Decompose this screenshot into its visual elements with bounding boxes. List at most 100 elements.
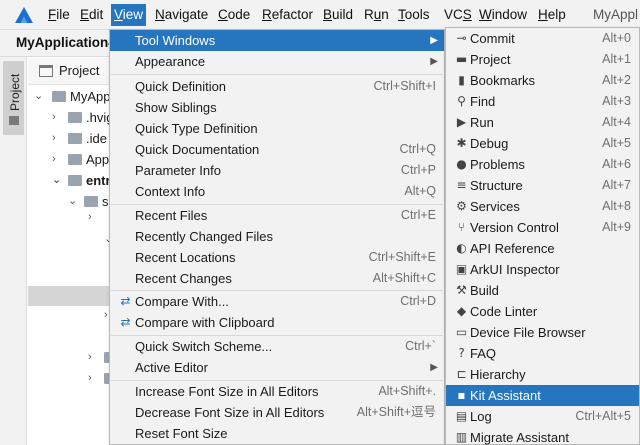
folder-icon [68,112,82,123]
menu-item-faq[interactable]: ? FAQ [446,343,639,364]
chevron-right-icon: ▶ [430,362,438,373]
tree-label: s [102,194,109,209]
menu-item-problems[interactable]: ● Problems Alt+6 [446,154,639,175]
menu-item-api-reference[interactable]: ◐ API Reference [446,238,639,259]
folder-icon [68,154,82,165]
menu-item-compare-with-clipboard[interactable]: ⇄ Compare with Clipboard [110,312,444,333]
menu-item-hierarchy[interactable]: ⊏ Hierarchy [446,364,639,385]
menu-item-project[interactable]: ▬ Project Alt+1 [446,49,639,70]
menu-file[interactable]: File [45,4,73,26]
menu-item-recent-files[interactable]: Recent Files Ctrl+E [110,205,444,226]
menu-item-tool-windows[interactable]: Tool Windows ▶ [110,30,444,51]
menu-vcs[interactable]: VCS [441,4,475,26]
menu-item-bookmarks[interactable]: ▮ Bookmarks Alt+2 [446,70,639,91]
menu-item-context-info[interactable]: Context Info Alt+Q [110,181,444,202]
menu-item-appearance[interactable]: Appearance ▶ [110,51,444,72]
main-menu-bar: File Edit View Navigate Code Refactor Bu… [0,0,640,30]
version-control-icon: ⑂ [457,220,466,234]
menu-window[interactable]: Window [476,4,530,26]
menu-item-structure[interactable]: ≡ Structure Alt+7 [446,175,639,196]
menu-item-reset-font-size[interactable]: Reset Font Size [110,423,444,444]
menu-item-kit-assistant[interactable]: ▪ Kit Assistant [446,385,639,406]
menu-item-quick-definition[interactable]: Quick Definition Ctrl+Shift+I [110,76,444,97]
chevron-right-icon: › [88,372,92,384]
services-icon: ⚙ [456,199,467,213]
arkui-inspector-icon: ▣ [455,262,468,276]
menu-item-build[interactable]: ⚒ Build [446,280,639,301]
menu-navigate[interactable]: Navigate [152,4,211,26]
device-file-browser-icon: ▭ [455,325,468,339]
menu-run[interactable]: Run [361,4,392,26]
menu-item-log[interactable]: ▤ Log Ctrl+Alt+5 [446,406,639,427]
chevron-right-icon: ▶ [430,56,438,67]
menu-help[interactable]: Help [535,4,569,26]
menu-item-show-siblings[interactable]: Show Siblings [110,97,444,118]
menu-item-compare-with[interactable]: ⇄ Compare With... Ctrl+D [110,291,444,312]
commit-icon: ⊸ [456,31,467,45]
folder-icon [84,196,98,207]
project-name: MyApplication4 [16,35,116,50]
menu-item-debug[interactable]: ✱ Debug Alt+5 [446,133,639,154]
build-icon: ⚒ [456,283,467,297]
tree-label: .ide [86,131,107,146]
menu-item-device-file-browser[interactable]: ▭ Device File Browser [446,322,639,343]
project-tool-tab-label: Project [8,73,22,111]
menu-item-find[interactable]: ⚲ Find Alt+3 [446,91,639,112]
menu-edit[interactable]: Edit [77,4,106,26]
chevron-right-icon: › [52,132,56,144]
menu-code[interactable]: Code [215,4,253,26]
chevron-right-icon: › [52,153,56,165]
menu-item-quick-switch-scheme[interactable]: Quick Switch Scheme... Ctrl+` [110,336,444,357]
chevron-right-icon: ▶ [430,35,438,46]
menu-item-quick-type-definition[interactable]: Quick Type Definition [110,118,444,139]
run-icon: ▶ [456,115,467,129]
menu-item-migrate-assistant[interactable]: ▥ Migrate Assistant [446,427,639,445]
menu-item-recently-changed-files[interactable]: Recently Changed Files [110,226,444,247]
menu-refactor[interactable]: Refactor [259,4,316,26]
project-panel-title[interactable]: Project [59,63,99,78]
api-reference-icon: ◐ [456,241,467,255]
project-view-icon [39,65,53,77]
menu-item-version-control[interactable]: ⑂ Version Control Alt+9 [446,217,639,238]
tree-label: MyAppl [70,89,114,104]
menu-separator [111,74,443,75]
menu-item-increase-font-size[interactable]: Increase Font Size in All Editors Alt+Shi… [110,381,444,402]
hierarchy-icon: ⊏ [456,367,467,381]
menu-tools[interactable]: Tools [395,4,433,26]
view-menu: Tool Windows ▶ Appearance ▶ Quick Definiti… [109,29,445,445]
compare-clipboard-icon: ⇄ [120,315,131,329]
menu-item-active-editor[interactable]: Active Editor ▶ [110,357,444,378]
menu-build[interactable]: Build [320,4,356,26]
project-tool-tab[interactable]: Project [3,61,24,135]
log-icon: ▤ [455,409,468,423]
debug-icon: ✱ [456,136,467,150]
faq-icon: ? [458,346,465,360]
menu-item-commit[interactable]: ⊸ Commit Alt+0 [446,28,639,49]
tree-label: App [86,152,110,167]
problems-icon: ● [456,157,467,171]
menu-item-arkui-inspector[interactable]: ▣ ArkUI Inspector [446,259,639,280]
menu-item-services[interactable]: ⚙ Services Alt+8 [446,196,639,217]
menu-item-parameter-info[interactable]: Parameter Info Ctrl+P [110,160,444,181]
folder-icon [68,175,82,186]
menu-item-recent-locations[interactable]: Recent Locations Ctrl+Shift+E [110,247,444,268]
menu-item-code-linter[interactable]: ◆ Code Linter [446,301,639,322]
menu-view[interactable]: View [111,4,147,26]
folder-icon [9,116,19,125]
chevron-down-icon: ⌄ [68,195,78,207]
menu-item-quick-documentation[interactable]: Quick Documentation Ctrl+Q [110,139,444,160]
app-title: MyAppl [593,7,639,22]
folder-icon [68,133,82,144]
menu-item-recent-changes[interactable]: Recent Changes Alt+Shift+C [110,268,444,289]
migrate-assistant-icon: ▥ [455,430,468,444]
menu-item-decrease-font-size[interactable]: Decrease Font Size in All Editors Alt+Shi… [110,402,444,423]
project-icon: ▬ [455,52,468,66]
folder-icon [52,91,66,102]
menu-item-run[interactable]: ▶ Run Alt+4 [446,112,639,133]
kit-assistant-icon: ▪ [457,388,466,402]
tool-windows-submenu: ⊸ Commit Alt+0 ▬ Project Alt+1 ▮ Bookmarks Alt… [445,27,640,445]
chevron-right-icon: › [104,309,108,321]
left-tool-strip: Project [0,57,27,445]
chevron-down-icon: ⌄ [34,90,44,102]
code-linter-icon: ◆ [456,304,467,318]
